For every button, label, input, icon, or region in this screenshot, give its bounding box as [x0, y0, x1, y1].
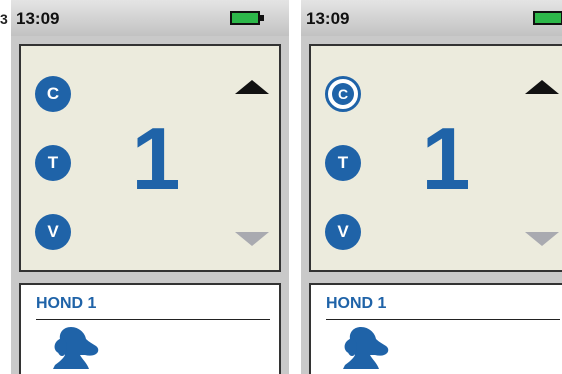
- mode-v-button[interactable]: V: [35, 214, 71, 250]
- mode-c-label: C: [46, 84, 60, 103]
- main-panel: C T V 1: [19, 44, 281, 272]
- device-screen-right: 13:09 C T V 1 HOND 1: [301, 0, 562, 374]
- mode-v-button[interactable]: V: [325, 214, 361, 250]
- mode-c-label: C: [332, 83, 354, 105]
- device-screen-left: 13:09 C T V 1 HOND 1: [11, 0, 289, 374]
- arrow-down-icon[interactable]: [525, 232, 559, 246]
- arrow-up-icon[interactable]: [525, 80, 559, 94]
- divider: [326, 319, 560, 320]
- status-bar: 13:09: [11, 0, 289, 36]
- mode-t-button[interactable]: T: [35, 145, 71, 181]
- arrow-up-icon[interactable]: [235, 80, 269, 94]
- dog-name: HOND 1: [36, 295, 97, 312]
- status-time: 13:09: [16, 9, 60, 28]
- dog-panel[interactable]: HOND 1: [19, 283, 281, 374]
- mode-c-button[interactable]: C: [35, 76, 71, 112]
- mode-v-label: V: [47, 222, 59, 241]
- dog-head-icon: [343, 327, 389, 369]
- stray-label: 3: [0, 11, 8, 27]
- dog-head-icon: [53, 327, 99, 369]
- arrow-down-icon[interactable]: [235, 232, 269, 246]
- divider: [36, 319, 270, 320]
- dog-name: HOND 1: [326, 295, 387, 312]
- battery-full-icon: [230, 11, 264, 25]
- main-panel: C T V 1: [309, 44, 562, 272]
- mode-t-label: T: [47, 153, 59, 172]
- status-bar: 13:09: [301, 0, 562, 36]
- battery-full-icon: [533, 11, 562, 25]
- mode-c-button-selected[interactable]: C: [325, 76, 361, 112]
- level-counter: 1: [131, 109, 181, 208]
- mode-t-label: T: [337, 153, 349, 172]
- status-time: 13:09: [306, 9, 350, 28]
- dog-panel[interactable]: HOND 1: [309, 283, 562, 374]
- mode-v-label: V: [337, 222, 349, 241]
- mode-t-button[interactable]: T: [325, 145, 361, 181]
- level-counter: 1: [421, 109, 471, 208]
